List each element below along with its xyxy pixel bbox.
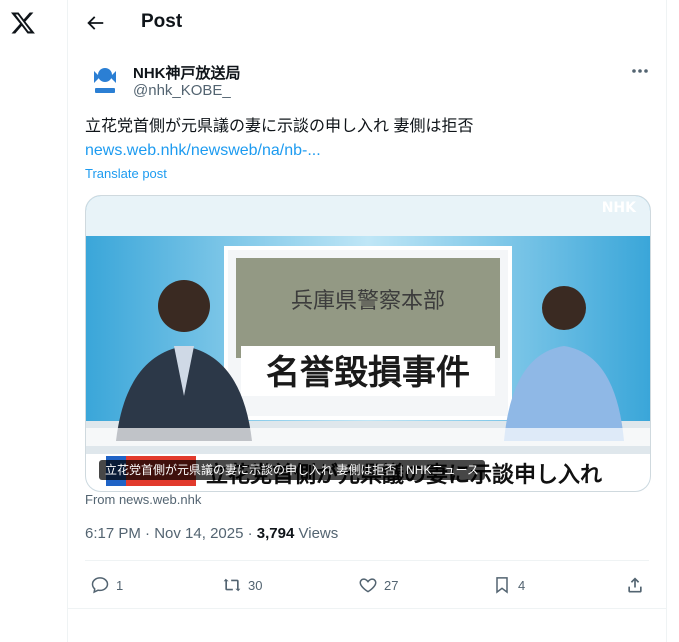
- nhk-watermark: NHK: [602, 200, 637, 216]
- divider: [68, 608, 666, 609]
- like-count: 27: [384, 577, 399, 593]
- views-label: Views: [298, 525, 339, 542]
- share-icon: [628, 577, 642, 593]
- post-time[interactable]: 6:17 PM: [85, 525, 141, 542]
- x-logo-icon[interactable]: [10, 10, 36, 36]
- action-bar: 1 30 27 4: [68, 560, 666, 608]
- news-studio-image: 兵庫県警察本部 名誉毀損事件 NHK 立花党首側が元県議の妻に示談申し入れ: [86, 196, 650, 491]
- post-metadata: 6:17 PM · Nov 14, 2025 · 3,794 Views: [85, 525, 339, 542]
- bookmark-count: 4: [518, 577, 526, 593]
- post-date[interactable]: Nov 14, 2025: [154, 525, 243, 542]
- post-link[interactable]: news.web.nhk/newsweb/na/nb-...: [85, 140, 321, 162]
- reply-button[interactable]: 1: [90, 574, 123, 596]
- repost-icon: [223, 578, 241, 592]
- author-name[interactable]: NHK神戸放送局: [133, 62, 241, 83]
- back-arrow-icon[interactable]: [84, 12, 106, 34]
- sign-text: 兵庫県警察本部: [291, 289, 445, 314]
- more-options-icon[interactable]: [630, 62, 650, 80]
- bookmark-icon: [496, 577, 508, 594]
- translate-post-link[interactable]: Translate post: [85, 166, 167, 181]
- studio-screen-text: 名誉毀損事件: [266, 353, 470, 393]
- bookmark-button[interactable]: 4: [492, 574, 525, 596]
- post-media-card[interactable]: 兵庫県警察本部 名誉毀損事件 NHK 立花党首側が元県議の妻に示談申し入れ 立花…: [85, 195, 651, 492]
- post-text: 立花党首側が元県議の妻に示談の申し入れ 妻側は拒否: [85, 118, 474, 135]
- page-title: Post: [141, 11, 183, 32]
- reply-count: 1: [116, 577, 124, 593]
- author-handle[interactable]: @nhk_KOBE_: [133, 82, 231, 99]
- views-count: 3,794: [256, 525, 295, 542]
- media-caption: 立花党首側が元県議の妻に示談の申し入れ 妻側は拒否 | NHKニュース: [99, 460, 485, 480]
- left-rail: [0, 0, 68, 642]
- repost-count: 30: [248, 577, 263, 593]
- link-source[interactable]: From news.web.nhk: [85, 492, 201, 507]
- heart-icon: [359, 578, 377, 593]
- reply-icon: [91, 577, 109, 594]
- like-button[interactable]: 27: [358, 574, 398, 596]
- page-header: Post: [68, 0, 666, 46]
- main-column: Post NHK神戸放送局 @nhk_KOBE_ 立花党首側が元県議の妻に示談の…: [67, 0, 667, 642]
- share-button[interactable]: [625, 574, 651, 596]
- repost-button[interactable]: 30: [222, 574, 262, 596]
- avatar[interactable]: [85, 61, 125, 101]
